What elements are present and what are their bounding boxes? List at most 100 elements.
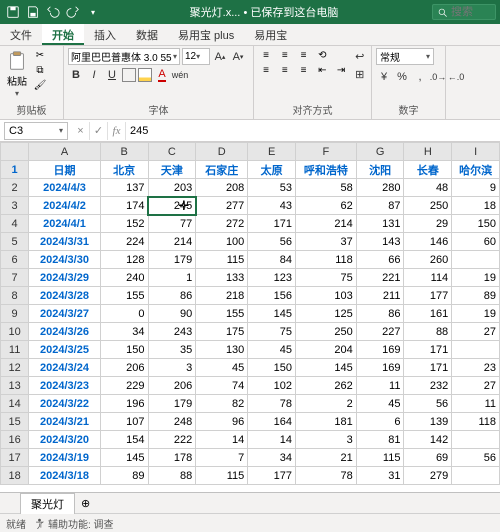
data-cell[interactable]: 53	[248, 179, 296, 197]
data-cell[interactable]: 45	[356, 395, 404, 413]
wrap-text-icon[interactable]: ↩	[355, 48, 364, 64]
data-cell[interactable]: 145	[296, 359, 357, 377]
date-cell[interactable]: 2024/4/2	[29, 197, 101, 215]
date-cell[interactable]: 2024/3/19	[29, 449, 101, 467]
row-header[interactable]: 7	[1, 269, 29, 287]
data-cell[interactable]: 227	[356, 323, 404, 341]
date-cell[interactable]: 2024/3/21	[29, 413, 101, 431]
row-header[interactable]: 9	[1, 305, 29, 323]
data-cell[interactable]: 86	[148, 287, 196, 305]
data-cell[interactable]: 232	[404, 377, 452, 395]
select-all-cell[interactable]	[1, 143, 29, 161]
header-cell[interactable]: 沈阳	[356, 161, 404, 179]
data-cell[interactable]: 86	[356, 305, 404, 323]
align-bottom-icon[interactable]: ≡	[296, 48, 312, 62]
data-cell[interactable]: 143	[356, 233, 404, 251]
data-cell[interactable]: 6	[356, 413, 404, 431]
data-cell[interactable]: 88	[148, 467, 196, 485]
header-cell[interactable]: 北京	[100, 161, 148, 179]
row-header[interactable]: 13	[1, 377, 29, 395]
font-color-button[interactable]: A	[154, 67, 170, 83]
data-cell[interactable]: 128	[100, 251, 148, 269]
data-cell[interactable]: 155	[100, 287, 148, 305]
data-cell[interactable]: 107	[100, 413, 148, 431]
tab-易用宝 plus[interactable]: 易用宝 plus	[168, 24, 244, 45]
header-cell[interactable]: 太原	[248, 161, 296, 179]
data-cell[interactable]: 131	[356, 215, 404, 233]
data-cell[interactable]: 250	[296, 323, 357, 341]
data-cell[interactable]: 150	[452, 215, 500, 233]
data-cell[interactable]: 66	[356, 251, 404, 269]
data-cell[interactable]: 115	[196, 467, 248, 485]
data-cell[interactable]: 280	[356, 179, 404, 197]
sheet-tab[interactable]: 聚光灯	[20, 493, 75, 514]
data-cell[interactable]: 37	[296, 233, 357, 251]
header-cell[interactable]: 哈尔滨	[452, 161, 500, 179]
date-cell[interactable]: 2024/3/26	[29, 323, 101, 341]
data-cell[interactable]: 87	[356, 197, 404, 215]
data-cell[interactable]: 84	[248, 251, 296, 269]
data-cell[interactable]: 279	[404, 467, 452, 485]
data-cell[interactable]: 35	[148, 341, 196, 359]
data-cell[interactable]: 125	[296, 305, 357, 323]
data-cell[interactable]: 89	[100, 467, 148, 485]
data-cell[interactable]: 130	[196, 341, 248, 359]
data-cell[interactable]: 60	[452, 233, 500, 251]
fill-color-button[interactable]	[138, 68, 152, 82]
italic-button[interactable]: I	[86, 67, 102, 83]
orientation-icon[interactable]: ⟲	[314, 48, 330, 62]
data-cell[interactable]: 19	[452, 305, 500, 323]
data-cell[interactable]	[452, 467, 500, 485]
data-cell[interactable]: 74	[196, 377, 248, 395]
data-cell[interactable]: 2	[296, 395, 357, 413]
data-cell[interactable]: 29	[404, 215, 452, 233]
data-cell[interactable]: 118	[452, 413, 500, 431]
cut-icon[interactable]: ✂	[32, 48, 48, 62]
font-name-select[interactable]: 阿里巴巴普惠体 3.0 55 Regu...▾	[68, 48, 180, 65]
data-cell[interactable]: 150	[100, 341, 148, 359]
data-cell[interactable]	[452, 251, 500, 269]
align-middle-icon[interactable]: ≡	[277, 48, 293, 62]
data-cell[interactable]: 34	[248, 449, 296, 467]
col-header[interactable]: I	[452, 143, 500, 161]
save-icon[interactable]	[24, 3, 42, 21]
date-cell[interactable]: 2024/3/25	[29, 341, 101, 359]
data-cell[interactable]: 221	[356, 269, 404, 287]
align-top-icon[interactable]: ≡	[258, 48, 274, 62]
data-cell[interactable]: 206	[148, 377, 196, 395]
comma-format-icon[interactable]: ,	[412, 69, 428, 85]
data-cell[interactable]: 211	[356, 287, 404, 305]
underline-button[interactable]: U	[104, 67, 120, 83]
row-header[interactable]: 3	[1, 197, 29, 215]
data-cell[interactable]: 150	[248, 359, 296, 377]
data-cell[interactable]: 14	[196, 431, 248, 449]
data-cell[interactable]	[452, 431, 500, 449]
copy-icon[interactable]: ⧉	[32, 63, 48, 77]
col-header[interactable]: F	[296, 143, 357, 161]
data-cell[interactable]: 56	[248, 233, 296, 251]
data-cell[interactable]: 31	[356, 467, 404, 485]
row-header[interactable]: 11	[1, 341, 29, 359]
data-cell[interactable]: 260	[404, 251, 452, 269]
data-cell[interactable]: 7	[196, 449, 248, 467]
col-header[interactable]: E	[248, 143, 296, 161]
data-cell[interactable]: 103	[296, 287, 357, 305]
row-header[interactable]: 1	[1, 161, 29, 179]
data-cell[interactable]: 3	[148, 359, 196, 377]
row-header[interactable]: 12	[1, 359, 29, 377]
data-cell[interactable]: 115	[356, 449, 404, 467]
date-cell[interactable]: 2024/3/20	[29, 431, 101, 449]
row-header[interactable]: 5	[1, 233, 29, 251]
data-cell[interactable]: 102	[248, 377, 296, 395]
data-cell[interactable]: 174	[100, 197, 148, 215]
increase-font-icon[interactable]: A▴	[212, 49, 228, 65]
undo-icon[interactable]	[44, 3, 62, 21]
data-cell[interactable]: 171	[248, 215, 296, 233]
data-cell[interactable]: 145	[248, 305, 296, 323]
data-cell[interactable]: 196	[100, 395, 148, 413]
row-header[interactable]: 15	[1, 413, 29, 431]
cancel-formula-icon[interactable]: ×	[72, 122, 90, 140]
data-cell[interactable]: 177	[404, 287, 452, 305]
spreadsheet-grid[interactable]: A B C D E F G H I 1日期北京天津石家庄太原呼和浩特沈阳长春哈尔…	[0, 142, 500, 485]
indent-increase-icon[interactable]: ⇥	[333, 63, 349, 77]
